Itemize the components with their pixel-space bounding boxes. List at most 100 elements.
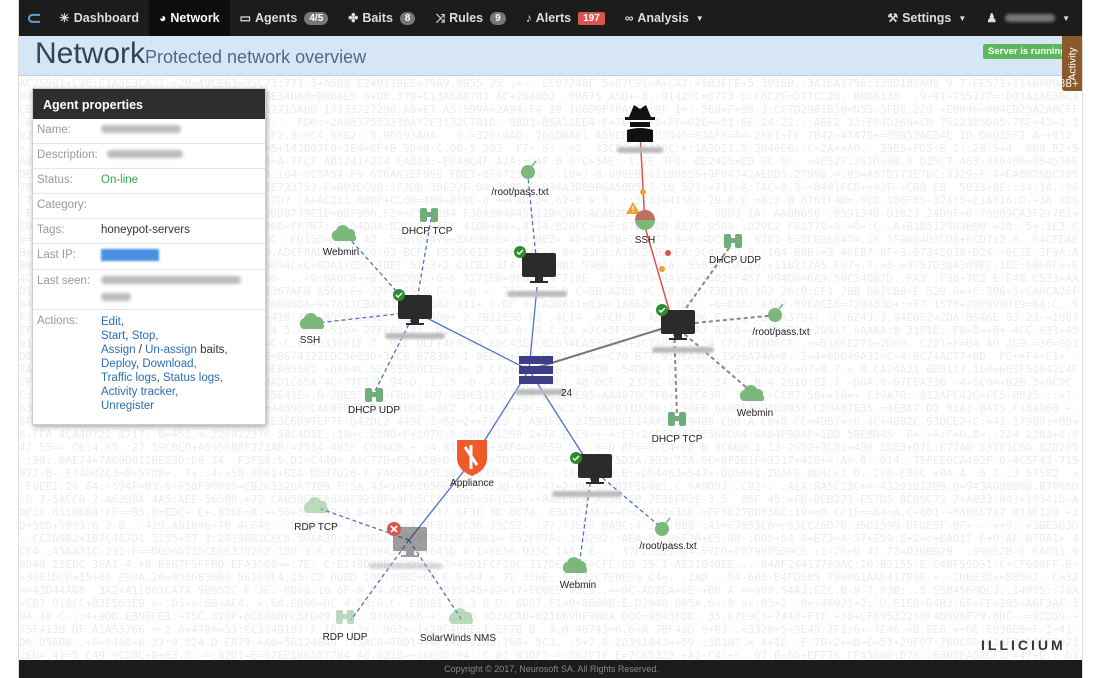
webmin-label-2: Webmin	[737, 408, 774, 419]
nav-alerts[interactable]: ♪ Alerts 197	[516, 0, 615, 36]
nav-label: Agents	[254, 11, 298, 25]
laptop-icon: ▭	[239, 11, 251, 25]
page-subtitle: Protected network overview	[145, 47, 367, 67]
stop-link[interactable]: Stop,	[132, 330, 159, 342]
actions-row: Actions: Edit, Start, Stop, Assign / Un-…	[37, 315, 228, 412]
download-link[interactable]: Download,	[142, 358, 196, 370]
unassign-link[interactable]: Un-assign	[145, 344, 197, 356]
description-row: Description:	[33, 144, 265, 169]
appliance-node[interactable]: Appliance	[450, 440, 494, 489]
warning-icon: !	[626, 202, 640, 214]
chevron-down-icon: ▼	[958, 13, 967, 23]
tags-label: Tags:	[37, 224, 65, 236]
traffic-logs-link[interactable]: Traffic logs	[101, 372, 157, 384]
dhcp-tcp-label-1: DHCP TCP	[402, 226, 453, 237]
unregister-link[interactable]: Unregister	[101, 400, 154, 412]
agent-node-offline[interactable]	[369, 527, 443, 569]
solarwinds-label: SolarWinds NMS	[420, 633, 496, 644]
name-row: Name:	[33, 119, 265, 144]
footer: Copyright © 2017, Neurosoft SA. All Righ…	[19, 660, 1082, 678]
dashboard-icon: ☀	[59, 11, 70, 25]
svg-text:!: !	[632, 205, 635, 214]
nav-network[interactable]: ◕ Network	[149, 0, 230, 36]
nav-label: Baits	[362, 11, 393, 25]
baits-text: baits,	[200, 344, 228, 356]
nav-label: Alerts	[535, 11, 572, 25]
bell-icon: ♪	[525, 11, 532, 25]
bait-nodes: /root/pass.txt DHCP TCP Webmin SSH DHCP …	[294, 160, 810, 644]
nav-agents[interactable]: ▭ Agents 4/5	[230, 0, 339, 36]
agent-node-right[interactable]	[652, 303, 714, 353]
last-ip-row: Last IP:	[33, 244, 265, 270]
rdp-udp-label: RDP UDP	[323, 632, 368, 643]
shuffle-icon: ⤨	[435, 10, 446, 25]
last-ip-label: Last IP:	[37, 249, 76, 261]
bug-icon: ✤	[348, 11, 359, 25]
description-label: Description:	[37, 149, 98, 161]
panel-title: Agent properties	[33, 89, 265, 119]
status-label: Status:	[37, 174, 73, 186]
footer-copyright: Copyright © 2017, Neurosoft SA. All Righ…	[444, 664, 659, 674]
chevron-down-icon: ▼	[695, 13, 704, 23]
category-label: Category:	[37, 199, 87, 211]
nav-badge: 4/5	[304, 11, 329, 25]
status-row: Status: On-line	[33, 169, 265, 194]
nav-dashboard[interactable]: ☀ Dashboard	[49, 0, 149, 36]
attacker-node[interactable]	[617, 105, 671, 272]
last-seen-value-redacted-2	[101, 293, 131, 301]
app-window: ⊂ ☀ Dashboard ◕ Network ▭ Agents 4/5 ✤ Baits 8 ⤨ Ru…	[18, 0, 1083, 678]
activity-tracker-link[interactable]: Activity tracker,	[101, 386, 178, 398]
tags-value: honeypot-servers	[101, 224, 190, 236]
illicium-logo: ILLICIUM	[981, 637, 1066, 653]
nav-rules[interactable]: ⤨ Rules 9	[425, 0, 515, 36]
description-value-redacted	[107, 150, 183, 158]
status-value: On-line	[101, 174, 139, 186]
last-ip-redacted	[101, 249, 159, 261]
agent-properties-panel: Agent properties Name: Description: Stat…	[32, 88, 266, 425]
activity-tab-label: Activity	[1067, 46, 1080, 81]
assign-link[interactable]: Assign	[101, 344, 136, 356]
ssh-label-1: SSH	[300, 335, 321, 346]
server-status-badge: Server is running	[983, 44, 1072, 59]
switch-label: 24	[561, 388, 573, 399]
webmin-label-3: Webmin	[560, 580, 597, 591]
tags-row: Tags: honeypot-servers	[33, 219, 265, 244]
nav-analysis[interactable]: ∞ Analysis ▼	[615, 0, 714, 36]
nav-badge: 8	[399, 11, 416, 25]
rdp-tcp-label: RDP TCP	[294, 522, 338, 533]
dhcp-udp-label-1: DHCP UDP	[348, 405, 400, 416]
edit-link[interactable]: Edit,	[101, 316, 124, 328]
agent-node-bottom[interactable]	[552, 451, 622, 497]
last-seen-label: Last seen:	[37, 275, 91, 287]
appliance-label: Appliance	[450, 478, 494, 489]
settings-label: Settings	[902, 11, 952, 25]
top-navbar: ⊂ ☀ Dashboard ◕ Network ▭ Agents 4/5 ✤ Baits 8 ⤨ Ru…	[19, 0, 1082, 36]
category-row: Category:	[33, 194, 265, 219]
nav-label: Analysis	[637, 11, 689, 25]
last-seen-value-redacted	[101, 276, 241, 284]
name-value-redacted	[101, 125, 181, 133]
chevron-down-icon: ▼	[1062, 13, 1070, 23]
error-icon	[387, 522, 401, 536]
user-menu[interactable]: ♟ ▼	[976, 0, 1082, 36]
switch-node[interactable]: 24	[515, 356, 573, 399]
name-label: Name:	[37, 124, 71, 136]
nav-badge: 197	[578, 11, 605, 25]
nav-baits[interactable]: ✤ Baits 8	[338, 0, 425, 36]
page-header: Network Protected network overview Serve…	[19, 36, 1082, 76]
deploy-link[interactable]: Deploy	[101, 358, 136, 370]
settings-menu[interactable]: ⚒ Settings ▼	[877, 0, 976, 36]
wrench-icon: ⚒	[887, 11, 899, 25]
network-icon: ◕	[159, 11, 167, 25]
last-seen-row: Last seen:	[33, 270, 265, 310]
brand-logo-icon[interactable]: ⊂	[19, 0, 49, 36]
root-pass-label-1: /root/pass.txt	[491, 187, 548, 198]
ssh-attacked-node[interactable]: SSH	[635, 210, 656, 246]
dhcp-tcp-label-2: DHCP TCP	[652, 434, 703, 445]
actions-label: Actions:	[37, 315, 78, 327]
start-link[interactable]: Start	[101, 330, 125, 342]
status-logs-link[interactable]: Status logs,	[163, 372, 223, 384]
nav-label: Rules	[449, 11, 484, 25]
page-title: Network	[35, 37, 146, 70]
ssh-attacker-label: SSH	[635, 235, 656, 246]
